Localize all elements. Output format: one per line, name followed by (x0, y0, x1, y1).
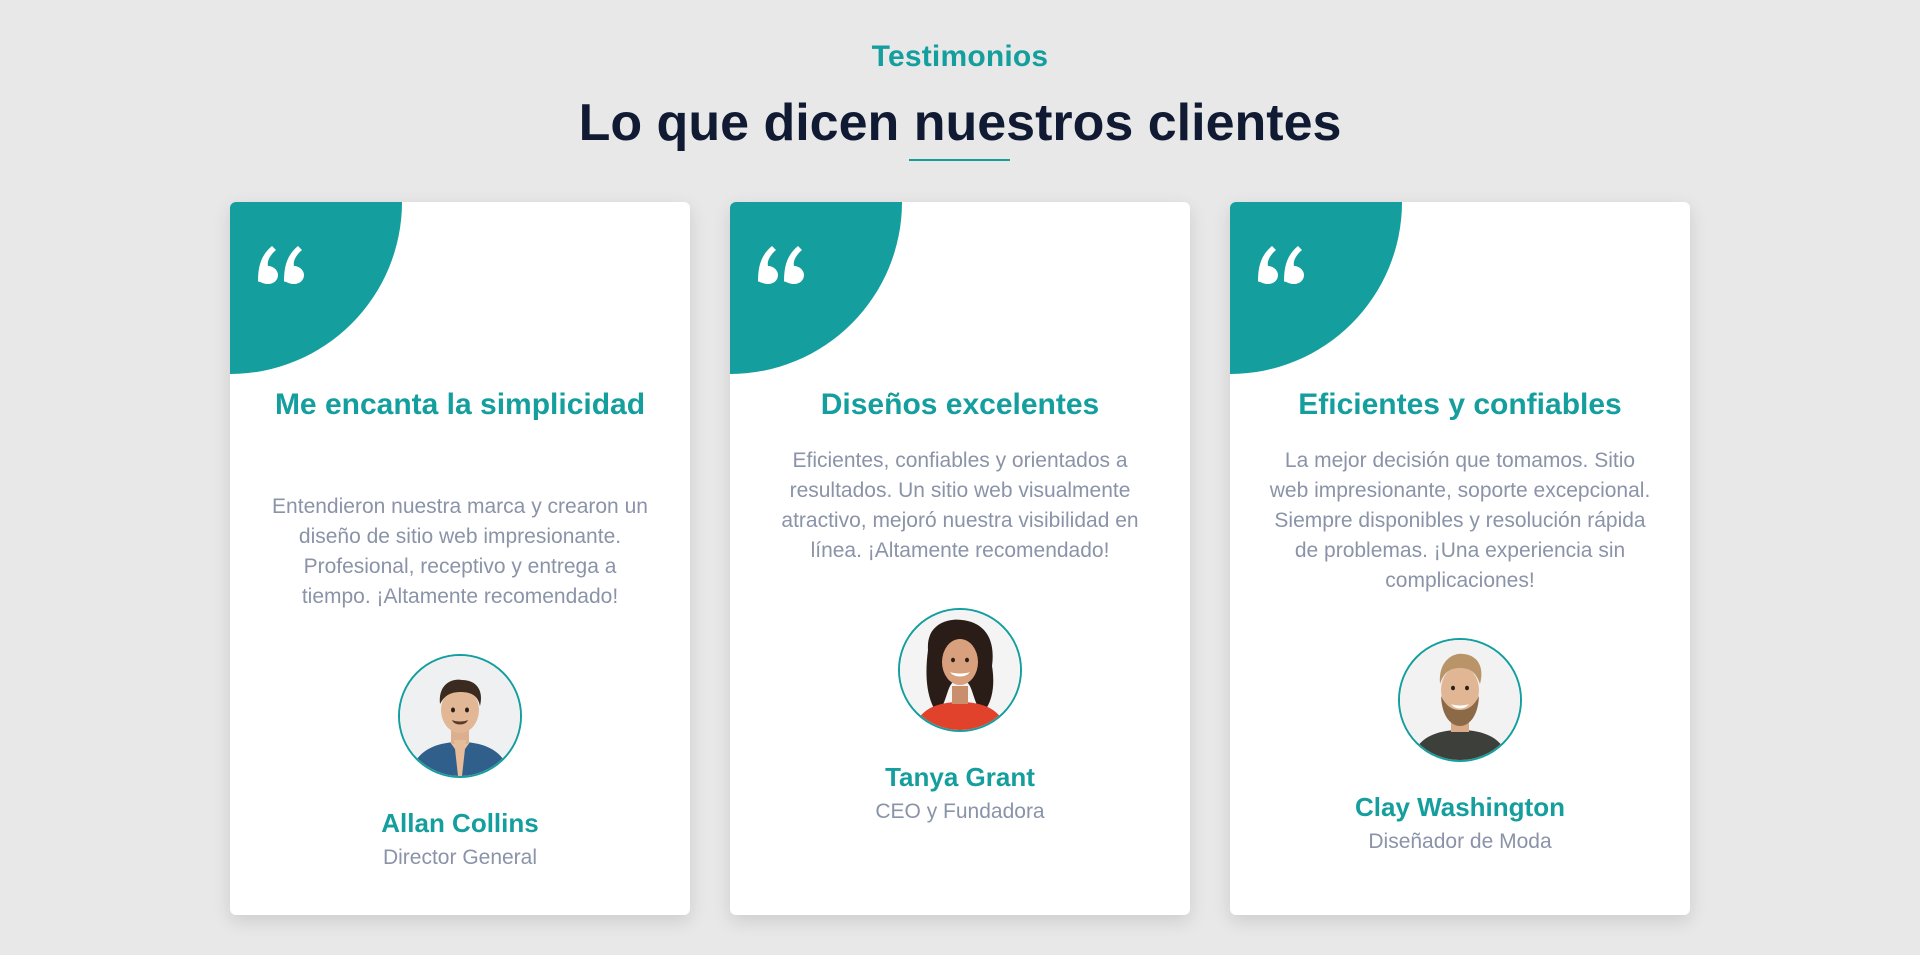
person-name: Allan Collins (381, 808, 539, 838)
quote-icon (758, 246, 804, 284)
avatar-photo-bearded-man (1398, 638, 1522, 762)
testimonial-title: Me encanta la simplicidad (274, 388, 646, 421)
testimonial-card: Eficientes y confiables La mejor decisió… (1230, 202, 1690, 915)
testimonial-card: Diseños excelentes Eficientes, confiable… (730, 202, 1190, 915)
person-name: Clay Washington (1355, 792, 1565, 822)
avatar-photo-man-praying (398, 654, 522, 778)
quote-corner-shape (230, 202, 402, 374)
testimonials-section: Testimonios Lo que dicen nuestros client… (0, 0, 1920, 955)
quote-corner-shape (1230, 202, 1402, 374)
testimonial-text: Eficientes, confiables y orientados a re… (781, 449, 1139, 562)
quote-icon (258, 246, 304, 284)
testimonial-text: Entendieron nuestra marca y crearon un d… (272, 495, 648, 608)
person-name: Tanya Grant (885, 762, 1035, 792)
headline-underline (909, 159, 1010, 161)
section-eyebrow: Testimonios (871, 40, 1049, 73)
person-role: CEO y Fundadora (875, 800, 1045, 823)
section-headline: Lo que dicen nuestros clientes (578, 94, 1342, 152)
testimonial-card: Me encanta la simplicidad Entendieron nu… (230, 202, 690, 915)
testimonial-text: La mejor decisión que tomamos. Sitio web… (1269, 449, 1651, 592)
testimonial-title: Diseños excelentes (820, 388, 1100, 421)
testimonial-title: Eficientes y confiables (1298, 388, 1622, 421)
quote-icon (1258, 246, 1304, 284)
person-role: Diseñador de Moda (1368, 830, 1552, 853)
avatar-photo-woman-smiling (898, 608, 1022, 732)
person-role: Director General (382, 846, 538, 869)
quote-corner-shape (730, 202, 902, 374)
